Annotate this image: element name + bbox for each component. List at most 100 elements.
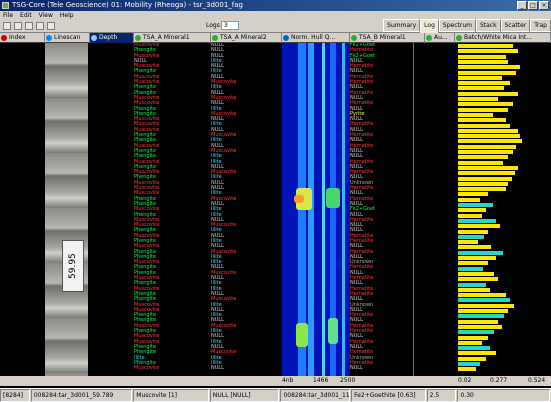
column-norm-hull[interactable]: Norm. Hull Q...: [282, 33, 350, 43]
list-item: NULL: [350, 365, 363, 372]
bar: [458, 324, 502, 329]
bar: [458, 107, 508, 112]
bar: [458, 123, 510, 128]
bar: [458, 91, 518, 96]
bar: [458, 218, 496, 223]
minimize-button[interactable]: _: [517, 1, 527, 10]
mineral-icon: [351, 35, 357, 41]
axis-tick: 0.02: [458, 377, 472, 384]
bar: [458, 224, 500, 229]
axis-tick: 2500: [340, 377, 356, 384]
log-view[interactable]: 59.95 Muscovite Phengite Muscovite NULL Musc…: [0, 43, 551, 376]
bar: [458, 261, 488, 266]
bar: [458, 340, 482, 345]
status-mineral3: Fe2+Goethite [0.63]: [351, 389, 426, 402]
batch-icon: [456, 35, 462, 41]
axis-scale: 4nb 1466 2500 0.02 0.277 0.524: [0, 376, 551, 386]
logs-count-select[interactable]: 3: [221, 21, 239, 30]
bar: [458, 240, 478, 245]
bar: [458, 150, 513, 154]
bar: [458, 293, 506, 298]
bar: [458, 314, 504, 319]
app-icon: [2, 2, 9, 9]
menu-help[interactable]: Help: [60, 11, 74, 20]
status-value-a: 2.5: [426, 389, 457, 402]
bar: [458, 208, 486, 213]
bar: [458, 203, 493, 207]
tab-summary[interactable]: Summary: [383, 19, 421, 32]
bar: [458, 128, 518, 133]
column-white-mica[interactable]: Batch/White Mica Int...: [455, 33, 551, 43]
open-icon[interactable]: [3, 22, 11, 30]
status-mineral1: Muscovite [1]: [133, 389, 209, 402]
status-sample-b: 008284:tar_3d001_11_025: [280, 389, 351, 402]
window-title: TSG-Core (Tele Geoscience) 01: Mobility …: [12, 1, 243, 9]
bar: [458, 245, 491, 250]
axis-tick: 1466: [313, 377, 329, 384]
bar: [458, 59, 508, 64]
print-icon[interactable]: [25, 22, 33, 30]
bar: [458, 234, 484, 239]
bar: [458, 335, 488, 340]
spectrum-icon: [283, 35, 289, 41]
column-headers: Index Linescan Depth TSA_A Mineral1 TSA_…: [0, 33, 551, 43]
settings-icon[interactable]: [47, 22, 55, 30]
menu-view[interactable]: View: [39, 11, 53, 20]
tab-trap[interactable]: Trap: [530, 19, 551, 32]
bar: [458, 75, 502, 80]
window-title-bar: TSG-Core (Tele Geoscience) 01: Mobility …: [0, 0, 551, 11]
bar: [458, 351, 496, 356]
bar: [458, 229, 488, 234]
au-column: [425, 43, 445, 376]
close-button[interactable]: ×: [539, 1, 549, 10]
index-column: [0, 43, 45, 376]
bar: [458, 266, 483, 271]
save-icon[interactable]: [14, 22, 22, 30]
column-tsa-a-mineral2[interactable]: TSA_A Mineral2: [211, 33, 282, 43]
white-mica-bar-column: [455, 43, 551, 376]
menu-file[interactable]: File: [3, 11, 13, 20]
bar: [458, 160, 503, 165]
depth-column: [90, 43, 112, 376]
tab-scatter[interactable]: Scatter: [500, 19, 531, 32]
mineral-icon: [135, 35, 141, 41]
bar: [458, 86, 504, 91]
tab-stack[interactable]: Stack: [475, 19, 501, 32]
bar: [458, 367, 476, 372]
bar: [458, 346, 490, 351]
bar: [458, 176, 512, 181]
bar: [458, 44, 513, 48]
status-value-b: 0.30: [457, 389, 550, 402]
column-depth[interactable]: Depth: [90, 33, 134, 43]
status-sample: 008284:tar_3d001_59.789: [30, 389, 133, 402]
column-au[interactable]: Au...: [425, 33, 455, 43]
column-linescan[interactable]: Linescan: [45, 33, 90, 43]
tab-log[interactable]: Log: [420, 19, 439, 33]
bar: [458, 303, 514, 308]
bar: [458, 112, 493, 117]
mineral2-column: NULL NULL NULL Illite NULL Illite NULL Muscovit…: [211, 43, 251, 376]
menu-edit[interactable]: Edit: [20, 11, 32, 20]
tab-spectrum[interactable]: Spectrum: [438, 19, 476, 32]
status-mineral2: NULL [NULL]: [209, 389, 280, 402]
list-item: Muscovite: [134, 365, 160, 372]
mineral1-column: Muscovite Phengite Muscovite NULL Muscovite P…: [134, 43, 174, 376]
bar: [458, 118, 506, 123]
bar: [458, 144, 516, 149]
column-tsa-a-mineral1[interactable]: TSA_A Mineral1: [134, 33, 211, 43]
axis-tick: 0.277: [490, 377, 508, 384]
bar: [458, 213, 482, 218]
bar: [458, 356, 486, 361]
bar: [458, 139, 522, 144]
column-tsa-b-mineral1[interactable]: TSA_B Mineral1: [350, 33, 425, 43]
bar: [458, 197, 480, 202]
zoom-icon[interactable]: [36, 22, 44, 30]
core-image: [45, 43, 88, 376]
column-index[interactable]: Index: [0, 33, 45, 43]
maximize-button[interactable]: □: [528, 1, 538, 10]
bar: [458, 102, 513, 107]
depth-icon: [91, 35, 97, 41]
bar: [458, 282, 486, 287]
bar: [458, 287, 490, 292]
bar: [458, 49, 518, 54]
